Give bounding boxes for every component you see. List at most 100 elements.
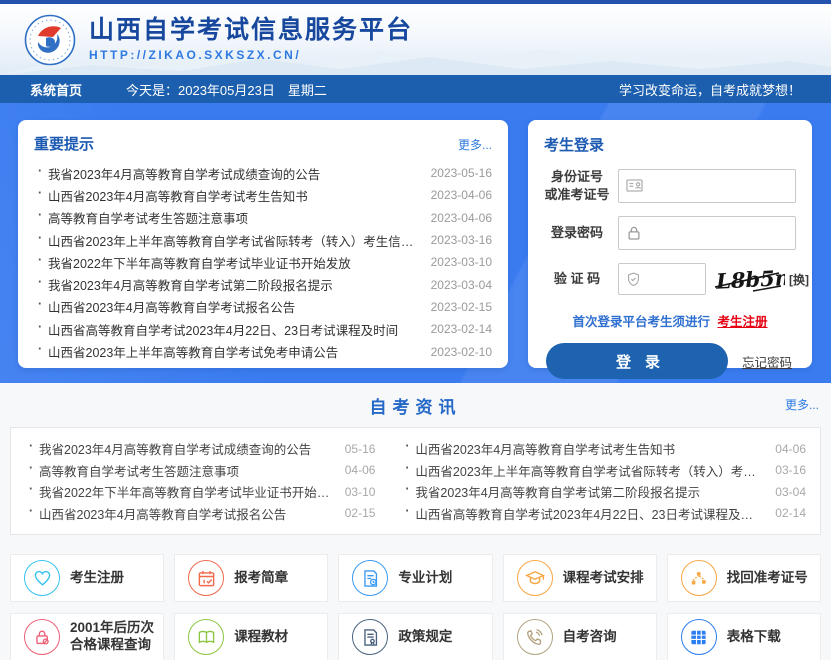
notice-item: 山西省2023年4月高等教育自学考试报名公告2023-02-15 xyxy=(34,296,492,318)
id-card-icon xyxy=(625,176,644,195)
captcha-image[interactable]: L8b5n xyxy=(713,264,785,294)
quicklink-form-download[interactable]: 表格下载 xyxy=(667,613,821,660)
quicklink-passed-courses-query[interactable]: 2001年后历次合格课程查询 xyxy=(10,613,164,660)
news-box: 我省2023年4月高等教育自学考试成绩查询的公告 05-16 高等教育自学考试考生… xyxy=(10,427,821,535)
news-column-right: 山西省2023年4月高等教育自学考试考生告知书04-06 山西省2023年上半年… xyxy=(401,438,806,524)
news-more-link[interactable]: 更多... xyxy=(785,396,819,413)
notice-date: 2023-03-10 xyxy=(431,255,492,269)
quicklink-course-materials[interactable]: 课程教材 xyxy=(174,613,328,660)
lock-icon xyxy=(24,619,60,655)
quicklink-label: 课程教材 xyxy=(234,629,288,646)
quicklink-label: 课程考试安排 xyxy=(563,570,644,587)
register-hint-text: 首次登录平台考生须进行 xyxy=(572,315,710,329)
notice-link[interactable]: 高等教育自学考试考生答题注意事项 xyxy=(34,208,421,227)
news-link[interactable]: 山西省高等教育自学考试2023年4月22日、23日考试课程及时间 xyxy=(401,504,765,523)
quicklink-exam-guide[interactable]: 报考简章 xyxy=(174,554,328,602)
quicklink-label: 考生注册 xyxy=(70,570,124,587)
news-date: 03-16 xyxy=(775,463,806,477)
notices-list: 我省2023年4月高等教育自学考试成绩查询的公告 2023-05-16 山西省20… xyxy=(34,162,492,363)
news-item: 山西省高等教育自学考试2023年4月22日、23日考试课程及时间 02-14 xyxy=(401,503,806,525)
quicklink-policies[interactable]: 政策规定 xyxy=(338,613,492,660)
nav-slogan-text: 学习改变命运，自考成就梦想！ xyxy=(619,80,801,99)
important-notices-panel: 重要提示 更多... 我省2023年4月高等教育自学考试成绩查询的公告2023-… xyxy=(18,120,508,368)
news-link[interactable]: 高等教育自学考试考生答题注意事项 xyxy=(25,461,335,480)
site-header: 山西自学考试信息服务平台 HTTP://ZIKAO.SXKSZX.CN/ xyxy=(0,4,831,75)
nav-home-link[interactable]: 系统首页 xyxy=(30,80,82,99)
notice-item: 山西省高等教育自学考试2023年4月22日、23日考试课程及时间 2023-02-… xyxy=(34,318,492,340)
login-title: 考生登录 xyxy=(544,134,604,155)
id-number-input[interactable] xyxy=(649,178,789,193)
quicklink-label: 报考简章 xyxy=(234,570,288,587)
news-item: 我省2023年4月高等教育自学考试第二阶段报名提示 03-04 xyxy=(401,481,806,503)
news-date: 03-04 xyxy=(775,485,806,499)
news-date: 03-10 xyxy=(345,485,376,499)
notice-link[interactable]: 我省2022年下半年高等教育自学考试毕业证书开始发放 xyxy=(34,253,421,272)
heart-icon xyxy=(24,560,60,596)
login-button[interactable]: 登录 xyxy=(546,343,728,379)
news-date: 02-14 xyxy=(775,506,806,520)
news-link[interactable]: 山西省2023年4月高等教育自学考试考生告知书 xyxy=(401,439,765,458)
quicklink-label: 自考咨询 xyxy=(563,629,617,646)
forgot-password-link[interactable]: 忘记密码 xyxy=(742,352,792,371)
page-root: 山西自学考试信息服务平台 HTTP://ZIKAO.SXKSZX.CN/ 系统首… xyxy=(0,0,831,660)
notice-item: 山西省2023年4月高等教育自学考试考生告知书2023-04-06 xyxy=(34,184,492,206)
flow-nodes-icon xyxy=(681,560,717,596)
quicklink-major-plan[interactable]: 专业计划 xyxy=(338,554,492,602)
nav-date-text: 今天是：2023年05月23日 星期二 xyxy=(126,80,327,99)
notice-link[interactable]: 山西省2023年4月高等教育自学考试报名公告 xyxy=(34,297,421,316)
notice-item: 我省2023年4月高等教育自学考试第二阶段报名提示 2023-03-04 xyxy=(34,273,492,295)
notice-item: 山西省2023年上半年高等教育自学考试省际转考（转入）考生信息... 2023-0… xyxy=(34,229,492,251)
password-label: 登录密码 xyxy=(544,224,610,242)
notice-item: 我省2022年下半年高等教育自学考试毕业证书开始发放 2023-03-10 xyxy=(34,251,492,273)
quicklink-label: 政策规定 xyxy=(398,629,452,646)
notice-link[interactable]: 我省2023年4月高等教育自学考试第二阶段报名提示 xyxy=(34,275,421,294)
news-item: 我省2023年4月高等教育自学考试成绩查询的公告 05-16 xyxy=(25,438,375,460)
quicklink-label: 2001年后历次合格课程查询 xyxy=(70,620,163,654)
notice-link[interactable]: 山西省高等教育自学考试2023年4月22日、23日考试课程及时间 xyxy=(34,320,421,339)
news-column-left: 我省2023年4月高等教育自学考试成绩查询的公告 05-16 高等教育自学考试考生… xyxy=(25,438,375,524)
quicklink-consultation[interactable]: 自考咨询 xyxy=(503,613,657,660)
phone-icon xyxy=(517,619,553,655)
notice-item: 山西省2023年上半年高等教育自学考试免考申请公告2023-02-10 xyxy=(34,340,492,362)
shield-check-icon xyxy=(625,271,642,288)
site-title: 山西自学考试信息服务平台 xyxy=(89,17,413,45)
captcha-input[interactable] xyxy=(647,272,699,287)
notices-more-link[interactable]: 更多... xyxy=(458,136,492,153)
calendar-icon xyxy=(188,560,224,596)
captcha-label: 验 证 码 xyxy=(544,270,610,288)
notice-date: 2023-02-14 xyxy=(431,322,492,336)
captcha-refresh-link[interactable]: [换] xyxy=(789,271,809,288)
notice-date: 2023-05-16 xyxy=(431,166,492,180)
news-date: 05-16 xyxy=(345,442,376,456)
news-date: 02-15 xyxy=(345,506,376,520)
password-input[interactable] xyxy=(648,226,789,241)
quicklink-find-admission-number[interactable]: 找回准考证号 xyxy=(667,554,821,602)
captcha-input-wrap xyxy=(618,263,706,295)
quicklink-label: 表格下载 xyxy=(727,629,781,646)
site-url: HTTP://ZIKAO.SXKSZX.CN/ xyxy=(89,48,413,62)
quicklink-label: 找回准考证号 xyxy=(727,570,808,587)
news-link[interactable]: 我省2022年下半年高等教育自学考试毕业证书开始发放 xyxy=(25,482,335,501)
open-book-icon xyxy=(188,619,224,655)
register-link[interactable]: 考生注册 xyxy=(717,315,767,329)
lower-section: 自考资讯 更多... 我省2023年4月高等教育自学考试成绩查询的公告 05-16… xyxy=(0,383,831,660)
notice-date: 2023-03-16 xyxy=(431,233,492,247)
notice-link[interactable]: 我省2023年4月高等教育自学考试成绩查询的公告 xyxy=(34,164,421,183)
quicklink-register[interactable]: 考生注册 xyxy=(10,554,164,602)
document-seal-icon xyxy=(352,619,388,655)
candidate-login-panel: 考生登录 身份证号 或准考证号 登录密码 xyxy=(528,120,812,368)
news-section-title: 自考资讯 xyxy=(370,398,462,417)
notice-link[interactable]: 山西省2023年上半年高等教育自学考试免考申请公告 xyxy=(34,342,421,361)
notice-link[interactable]: 山西省2023年上半年高等教育自学考试省际转考（转入）考生信息... xyxy=(34,231,421,250)
news-link[interactable]: 我省2023年4月高等教育自学考试第二阶段报名提示 xyxy=(401,482,765,501)
notice-link[interactable]: 山西省2023年4月高等教育自学考试考生告知书 xyxy=(34,186,421,205)
notice-item: 高等教育自学考试考生答题注意事项2023-04-06 xyxy=(34,207,492,229)
news-link[interactable]: 我省2023年4月高等教育自学考试成绩查询的公告 xyxy=(25,439,335,458)
quicklink-course-exam-schedule[interactable]: 课程考试安排 xyxy=(503,554,657,602)
notice-date: 2023-03-04 xyxy=(431,278,492,292)
table-grid-icon xyxy=(681,619,717,655)
news-link[interactable]: 山西省2023年4月高等教育自学考试报名公告 xyxy=(25,504,335,523)
password-input-wrap xyxy=(618,216,796,250)
news-link[interactable]: 山西省2023年上半年高等教育自学考试省际转考（转入）考生信... xyxy=(401,461,765,480)
quick-links-grid: 考生注册 报考简章 xyxy=(10,554,821,660)
